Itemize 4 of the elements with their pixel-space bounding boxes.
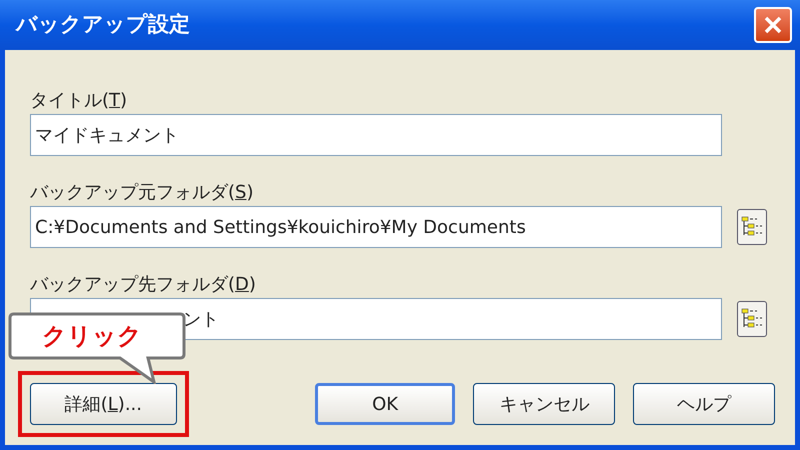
field-label: バックアップ元フォルダ(S) xyxy=(30,181,254,205)
window-title: バックアップ設定 xyxy=(16,11,190,38)
field-label: タイトル(T) xyxy=(30,89,128,113)
field-label: バックアップ先フォルダ(D) xyxy=(30,273,256,297)
